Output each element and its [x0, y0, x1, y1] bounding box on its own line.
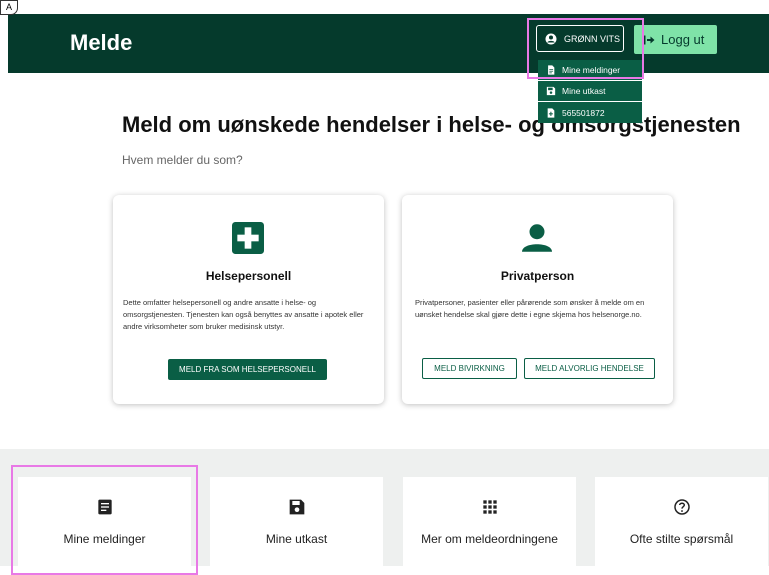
card-title: Privatperson: [500, 269, 575, 283]
brand-logo[interactable]: Melde: [70, 30, 132, 56]
tile-mine-meldinger[interactable]: Mine meldinger: [18, 477, 191, 566]
dropdown-item-org-number[interactable]: 565501872: [538, 102, 642, 123]
save-icon: [289, 499, 304, 515]
page-title: Meld om uønskede hendelser i helse- og o…: [122, 112, 741, 137]
dropdown-item-label: 565501872: [562, 107, 605, 118]
tile-label: Mine utkast: [265, 532, 328, 546]
report-serious-incident-button[interactable]: MELD ALVORLIG HENDELSE: [524, 358, 655, 379]
tile-mer-om-meldeordningene[interactable]: Mer om meldeordningene: [403, 477, 576, 566]
tile-label: Mer om meldeordningene: [421, 532, 558, 546]
tile-label: Mine meldinger: [63, 532, 146, 546]
page-subtitle: Hvem melder du som?: [122, 153, 243, 167]
card-helsepersonell: Helsepersonell Dette omfatter helseperso…: [113, 195, 384, 404]
logout-icon: [644, 35, 655, 44]
tile-mine-utkast[interactable]: Mine utkast: [210, 477, 383, 566]
user-dropdown-menu: Mine meldinger Mine utkast 565501872: [538, 60, 642, 123]
help-circle-icon: [673, 499, 690, 515]
grid-icon: [482, 500, 497, 514]
corner-badge: A: [0, 0, 18, 15]
card-title: Helsepersonell: [205, 269, 292, 283]
save-icon: [546, 86, 556, 96]
medical-cross-icon: [232, 222, 264, 254]
user-circle-icon: [545, 33, 557, 44]
document-icon: [548, 65, 555, 75]
tile-label: Ofte stilte spørsmål: [629, 532, 734, 546]
document-icon: [97, 499, 112, 515]
user-menu-button[interactable]: GRØNN VITS: [536, 25, 624, 52]
dropdown-item-mine-utkast[interactable]: Mine utkast: [538, 81, 642, 102]
dropdown-item-label: Mine utkast: [562, 86, 606, 96]
report-side-effect-button[interactable]: MELD BIVIRKNING: [422, 358, 517, 379]
tile-ofte-stilte-sporsmal[interactable]: Ofte stilte spørsmål: [595, 477, 768, 566]
user-name-label: GRØNN VITS: [564, 33, 621, 44]
card-description: Privatpersoner, pasienter eller pårørend…: [415, 298, 645, 319]
dropdown-item-label: Mine meldinger: [562, 65, 621, 75]
logout-button[interactable]: Logg ut: [634, 25, 717, 54]
logout-label: Logg ut: [661, 32, 705, 47]
dropdown-item-mine-meldinger[interactable]: Mine meldinger: [538, 60, 642, 81]
person-icon: [522, 224, 552, 252]
document-add-icon: [547, 107, 555, 118]
report-as-health-personnel-button[interactable]: MELD FRA SOM HELSEPERSONELL: [168, 359, 327, 380]
card-description: Dette omfatter helsepersonell og andre a…: [123, 298, 364, 331]
card-privatperson: Privatperson Privatpersoner, pasienter e…: [402, 195, 673, 404]
